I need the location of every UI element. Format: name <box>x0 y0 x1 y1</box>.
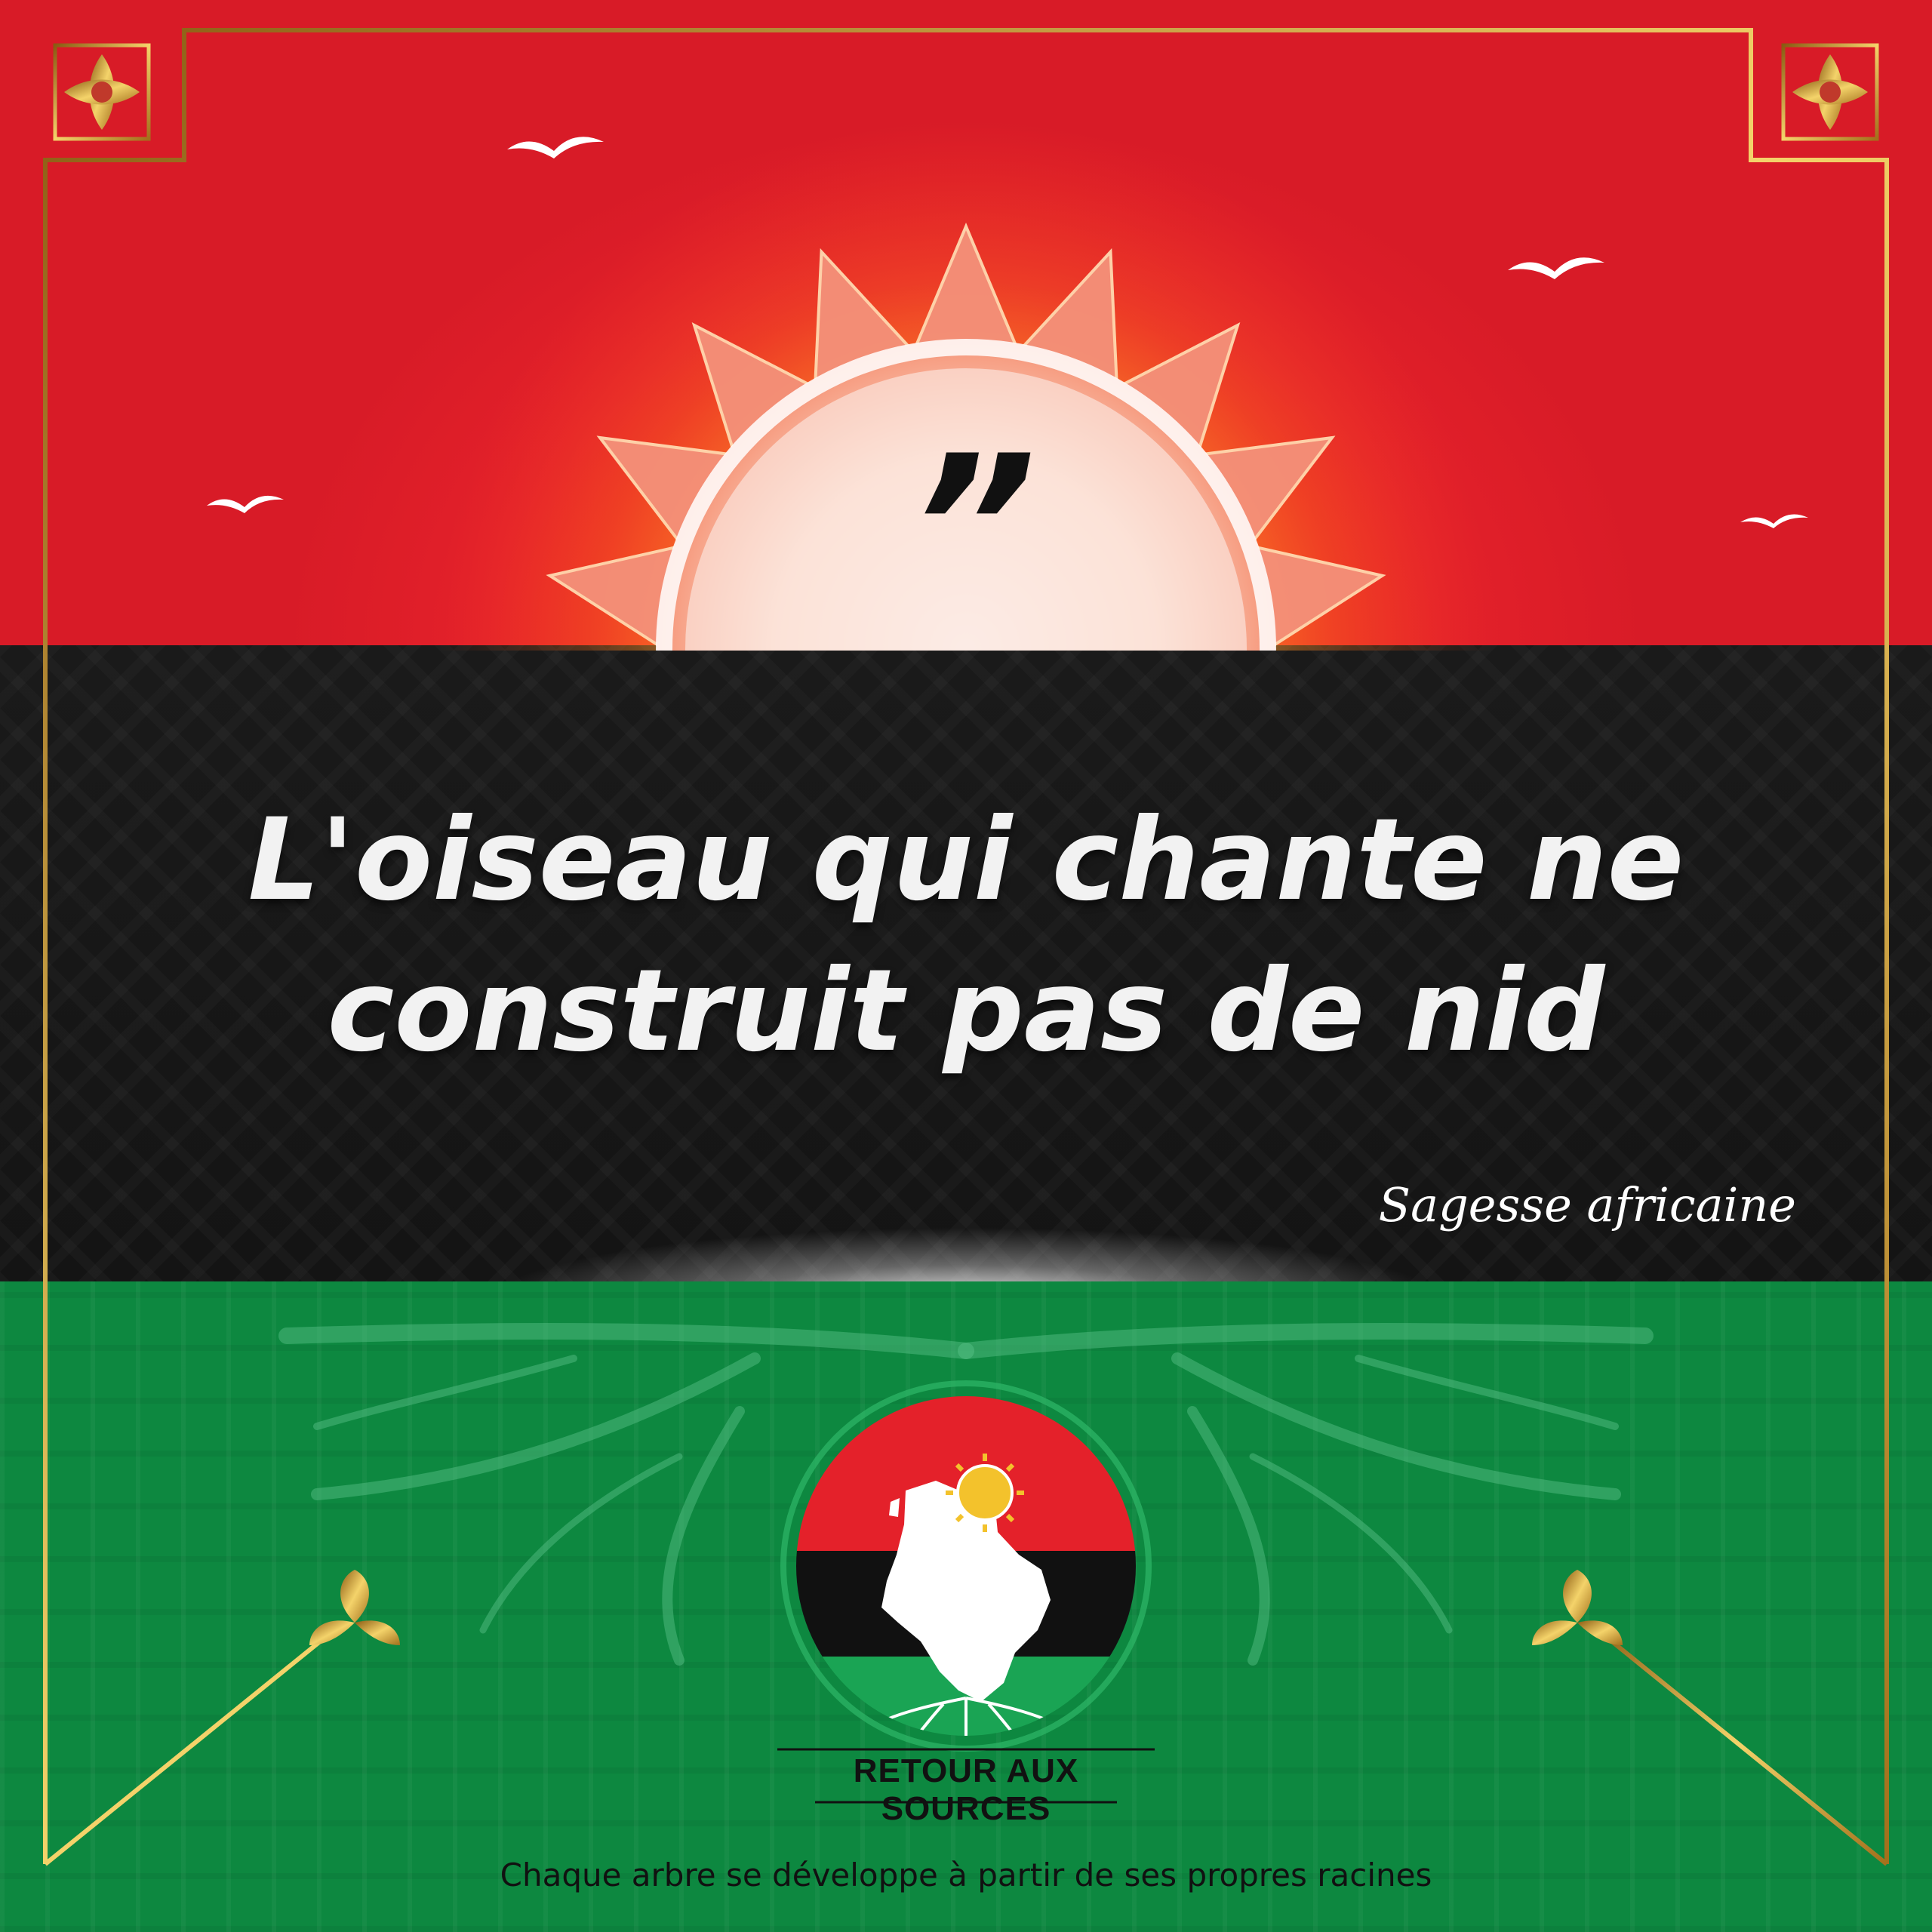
ornament-icon <box>53 43 151 141</box>
quote-line-1: L'oiseau qui chante ne <box>248 795 1684 926</box>
leaf-sprig-icon <box>1532 1570 1623 1645</box>
logo-caption: RETOUR AUX SOURCES <box>853 1752 1079 1827</box>
leaf-sprig-icon <box>309 1570 400 1645</box>
attribution: Sagesse africaine <box>1378 1177 1796 1232</box>
tagline: Chaque arbre se développe à partir de se… <box>500 1857 1432 1894</box>
poster: ” L'oiseau qui chante ne construit pas d… <box>0 0 1932 1932</box>
ornament-icon <box>1781 43 1879 141</box>
bird-icon <box>507 137 604 158</box>
logo <box>777 1380 1155 1804</box>
quote-mark-icon: ” <box>910 414 1037 642</box>
bird-icon <box>1740 514 1808 528</box>
quote-line-2: construit pas de nid <box>327 946 1605 1077</box>
sun-icon <box>946 1454 1024 1532</box>
bird-icon <box>1508 257 1604 279</box>
bird-icon <box>207 495 284 513</box>
quote-text: L'oiseau qui chante ne construit pas de … <box>151 785 1781 1087</box>
